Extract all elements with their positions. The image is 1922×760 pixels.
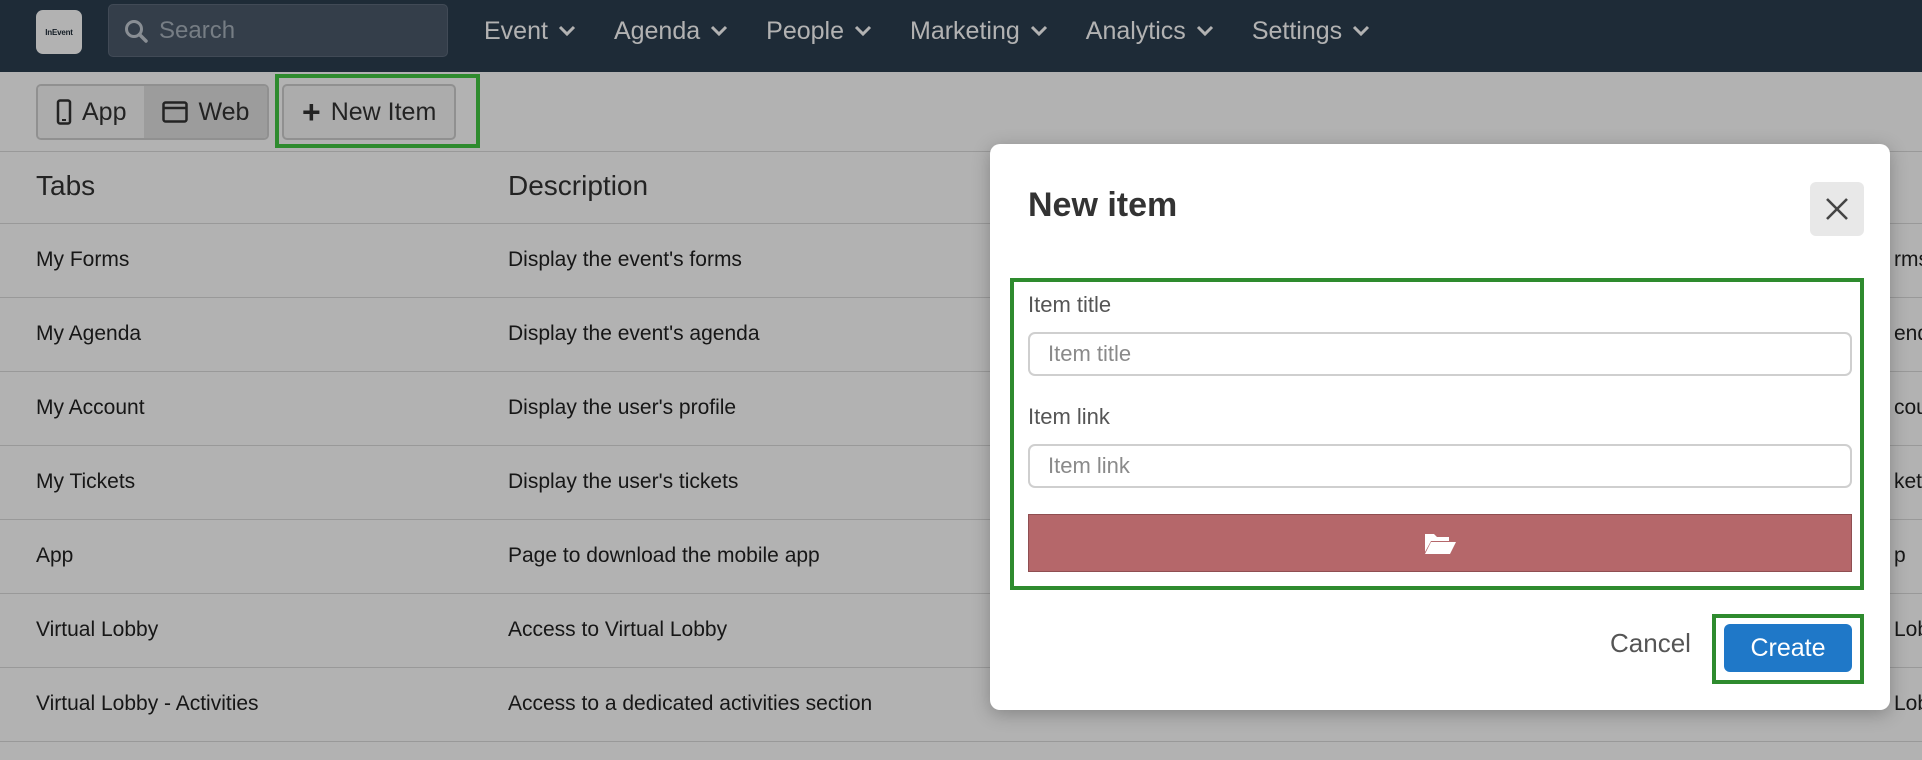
cancel-button[interactable]: Cancel: [1610, 628, 1691, 659]
create-button[interactable]: Create: [1724, 624, 1852, 672]
close-icon: [1826, 198, 1848, 220]
item-title-label: Item title: [1028, 292, 1112, 317]
new-item-modal: New item Item title Item link Cancel Cre…: [990, 144, 1890, 710]
close-button[interactable]: [1810, 182, 1864, 236]
folder-open-icon: [1425, 534, 1456, 554]
item-title-input[interactable]: [1028, 332, 1852, 376]
modal-title: New item: [1028, 186, 1178, 224]
upload-file-button[interactable]: [1028, 514, 1852, 572]
item-link-input[interactable]: [1028, 444, 1852, 488]
new-item-highlight: [275, 74, 480, 148]
item-link-label: Item link: [1028, 404, 1110, 429]
